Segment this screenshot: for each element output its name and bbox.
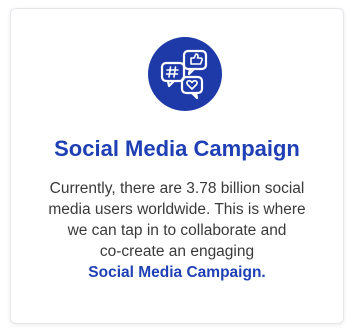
social-media-chat-icon xyxy=(148,37,222,111)
description-line: we can tap in to collaborate and xyxy=(67,222,287,239)
campaign-highlight: Social Media Campaign. xyxy=(88,264,266,281)
description-line: media users worldwide. This is where xyxy=(48,201,306,218)
description-line: co-create an engaging xyxy=(99,243,255,260)
card-title: Social Media Campaign xyxy=(54,136,300,161)
description-line: Currently, there are 3.78 billion social xyxy=(49,180,305,197)
card-description: Currently, there are 3.78 billion social… xyxy=(10,178,344,283)
